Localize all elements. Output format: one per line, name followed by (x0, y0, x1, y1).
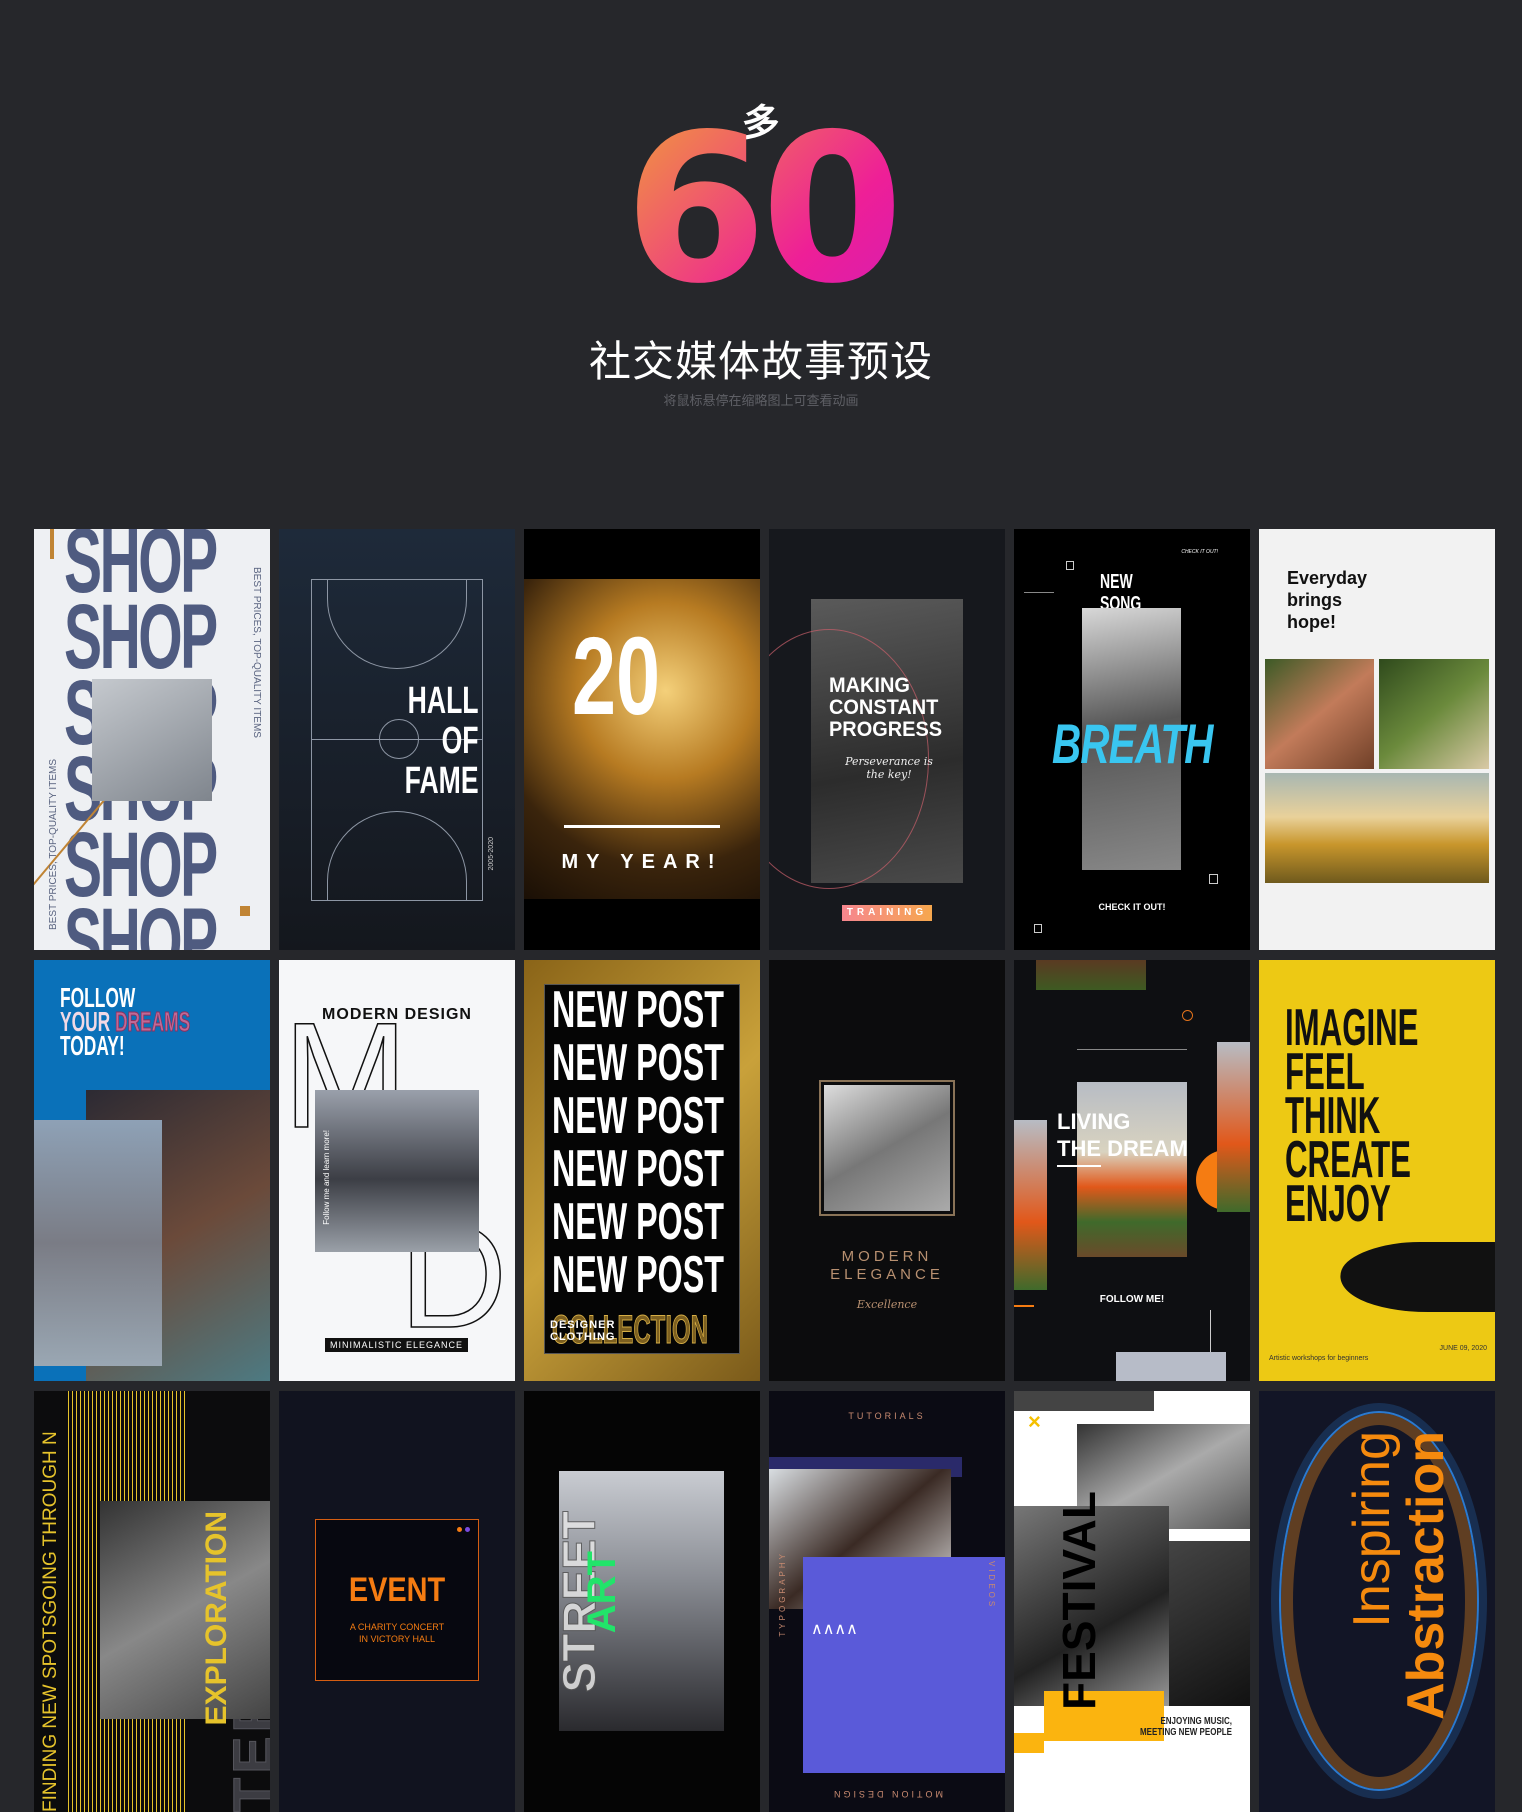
follow-line-3: TODAY! (60, 1030, 125, 1061)
preset-thumb-festival[interactable]: × FESTIVAL ENJOYING MUSIC, MEETING NEW PE… (1014, 1391, 1250, 1812)
new-post-line: NEW POST (552, 981, 724, 1039)
preset-thumb-everyday-hope[interactable]: Everyday brings hope! (1259, 529, 1495, 950)
breath-word: BREATH (1052, 712, 1213, 775)
tutorials-title: TUTORIALS (848, 1411, 926, 1421)
progress-script: Perseverance is the key! (845, 755, 933, 781)
training-badge: TRAINING (842, 905, 932, 921)
cross-icon: × (1028, 1409, 1041, 1434)
hall-line-1: HALL (408, 680, 479, 722)
preset-thumb-my-year[interactable]: 20 MY YEAR! (524, 529, 760, 950)
progress-line-2: CONSTANT (829, 696, 939, 719)
preset-thumb-modern-design[interactable]: MODERN DESIGN M D Follow me and learn mo… (279, 960, 515, 1381)
hope-line-1: Everyday (1287, 568, 1368, 588)
breath-cta: CHECK IT OUT! (1098, 902, 1166, 912)
preset-thumb-street-art[interactable]: STREET ART (524, 1391, 760, 1812)
preset-thumb-breath[interactable]: CHECK IT OUT! NEW SONG BREATH CHECK IT OU… (1014, 529, 1250, 950)
exploration-word: EXPLORATION (200, 1511, 233, 1726)
preset-thumb-event[interactable]: EVENT A CHARITY CONCERT IN VICTORY HALL (279, 1391, 515, 1812)
modern-side-text: Follow me and learn more! (322, 1130, 331, 1225)
progress-line-3: PROGRESS (829, 718, 943, 741)
living-line-1: LIVING (1057, 1109, 1131, 1134)
living-cta: FOLLOW ME! (1099, 1294, 1165, 1305)
preset-thumb-constant-progress[interactable]: MAKING CONSTANT PROGRESS Perseverance is t… (769, 529, 1005, 950)
preset-thumb-imagine[interactable]: IMAGINE FEEL THINK CREATE ENJOY JUNE 09, 202… (1259, 960, 1495, 1381)
year-number: 20 (572, 615, 661, 738)
elegance-line-1: MODERN (841, 1248, 933, 1265)
follow-line-2b: DREAMS (114, 1006, 191, 1037)
preset-thumb-follow-dreams[interactable]: FOLLOW YOUR DREAMS TODAY! (34, 960, 270, 1381)
preset-thumb-modern-elegance[interactable]: MODERN ELEGANCE Excellence (769, 960, 1005, 1381)
festival-line-2: MEETING NEW PEOPLE (1139, 1727, 1232, 1738)
tutorials-left: TYPOGRAPHY (778, 1551, 787, 1637)
hope-line-3: hope! (1287, 612, 1336, 632)
breath-line-1: NEW (1100, 571, 1133, 593)
page-title: 社交媒体故事预设 (588, 337, 933, 386)
imagine-footer: Artistic workshops for beginners (1269, 1355, 1369, 1362)
hall-years: 2005-2020 (488, 836, 495, 870)
preset-thumb-tutorials[interactable]: TUTORIALS ∧∧∧∧ TYPOGRAPHY VIDEOS MOTION … (769, 1391, 1005, 1812)
festival-word: FESTIVAL (1053, 1491, 1105, 1710)
year-caption: MY YEAR! (561, 851, 723, 873)
preset-thumb-new-post[interactable]: NEW POST NEW POST NEW POST NEW POST NEW POST… (524, 960, 760, 1381)
hope-line-2: brings (1287, 590, 1343, 610)
preset-grid: SHOPSHOPSHOPSHOPSHOPSHOP BEST PRICES, TO… (34, 529, 1495, 1812)
imagine-date: JUNE 09, 2020 (1439, 1345, 1487, 1352)
event-line-2: IN VICTORY HALL (358, 1634, 436, 1644)
living-line-2: THE DREAM (1057, 1136, 1188, 1161)
exploration-side-text: FINDING NEW SPOTSGOING THROUGH N (40, 1431, 61, 1812)
hall-line-3: FAME (405, 760, 479, 802)
newpost-line-designer: DESIGNER (550, 1319, 616, 1331)
page-subtitle: 将鼠标悬停在缩略图上可查看动画 (663, 394, 859, 409)
preset-thumb-hall-of-fame[interactable]: HALL OF FAME 2005-2020 (279, 529, 515, 950)
zigzag-icon: ∧∧∧∧ (811, 1621, 858, 1638)
breath-top-text: CHECK IT OUT! (1181, 549, 1218, 555)
hero-count: 60 (0, 108, 1522, 313)
shop-photo (92, 679, 212, 801)
tutorials-bottom: MOTION DESIGN (831, 1789, 944, 1799)
newpost-line-clothing: CLOTHING (550, 1331, 616, 1343)
elegance-line-2: ELEGANCE (830, 1266, 944, 1283)
event-line-1: A CHARITY CONCERT (349, 1622, 445, 1632)
event-title: EVENT (348, 1571, 446, 1609)
progress-line-1: MAKING (829, 674, 910, 697)
elegance-script: Excellence (856, 1298, 918, 1311)
tutorials-right: VIDEOS (987, 1561, 996, 1610)
abstraction-line-1: Inspiring (1343, 1431, 1401, 1628)
preset-thumb-living-dream[interactable]: LIVING THE DREAM FOLLOW ME! (1014, 960, 1250, 1381)
art-word: ART (580, 1551, 624, 1634)
modern-badge: MINIMALISTIC ELEGANCE (325, 1338, 469, 1352)
preset-thumb-shop[interactable]: SHOPSHOPSHOPSHOPSHOPSHOP BEST PRICES, TO… (34, 529, 270, 950)
abstraction-line-2: Abstraction (1397, 1431, 1455, 1720)
hall-line-2: OF (442, 720, 479, 762)
shop-tag-left: BEST PRICES, TOP-QUALITY ITEMS (48, 759, 59, 930)
preset-thumb-abstraction[interactable]: Inspiring Abstraction (1259, 1391, 1495, 1812)
festival-line-1: ENJOYING MUSIC, (1160, 1716, 1232, 1727)
preset-thumb-exploration[interactable]: TERRA FINDING NEW SPOTSGOING THROUGH N E… (34, 1391, 270, 1812)
shop-tag-right: BEST PRICES, TOP-QUALITY ITEMS (251, 567, 262, 738)
